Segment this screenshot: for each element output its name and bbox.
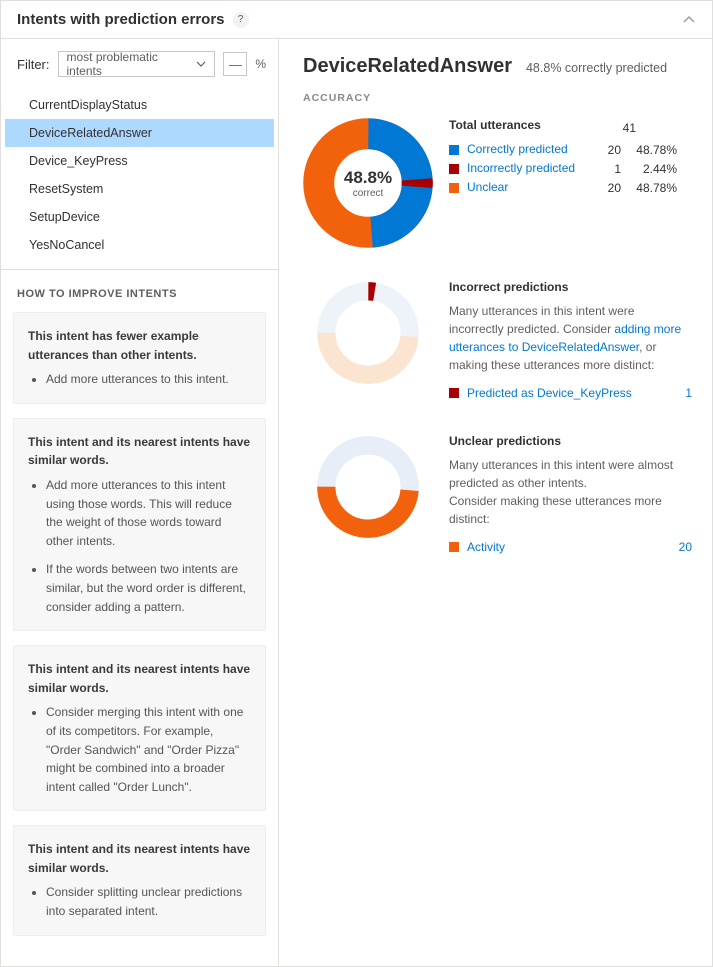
tip-bullet: Add more utterances to this intent using… xyxy=(46,476,251,550)
tip-lead: This intent and its nearest intents have… xyxy=(28,660,251,697)
legend-pct: 48.78% xyxy=(621,143,677,157)
tip-card: This intent has fewer example utterances… xyxy=(13,312,266,404)
help-icon[interactable]: ? xyxy=(233,12,249,28)
intent-item[interactable]: CurrentDisplayStatus xyxy=(5,91,274,119)
prediction-value: 1 xyxy=(662,384,692,402)
tip-lead: This intent has fewer example utterances… xyxy=(28,327,251,364)
tip-card: This intent and its nearest intents have… xyxy=(13,825,266,935)
intent-detail-subtitle: 48.8% correctly predicted xyxy=(526,61,667,75)
legend-total-label: Total utterances xyxy=(449,118,602,132)
accuracy-label: ACCURACY xyxy=(303,92,692,104)
legend-row: Unclear 20 48.78% xyxy=(449,180,692,195)
legend-pct: 2.44% xyxy=(621,162,677,176)
legend-value: 20 xyxy=(587,143,621,157)
legend-link-incorrect[interactable]: Incorrectly predicted xyxy=(467,161,587,176)
intent-item[interactable]: YesNoCancel xyxy=(5,231,274,259)
swatch-orange xyxy=(449,183,459,193)
incorrect-heading: Incorrect predictions xyxy=(449,278,692,296)
unclear-heading: Unclear predictions xyxy=(449,432,692,450)
swatch-red xyxy=(449,388,459,398)
legend-value: 20 xyxy=(587,181,621,195)
accuracy-legend: Total utterances 41 Correctly predicted … xyxy=(449,118,692,199)
prediction-link[interactable]: Activity xyxy=(467,538,662,556)
legend-link-unclear[interactable]: Unclear xyxy=(467,180,587,195)
left-column: Filter: most problematic intents — % Cur… xyxy=(1,39,279,966)
panel-header: Intents with prediction errors ? xyxy=(1,1,712,39)
accuracy-donut-chart: 48.8% correct xyxy=(303,118,433,248)
intent-item[interactable]: Device_KeyPress xyxy=(5,147,274,175)
prediction-row: Predicted as Device_KeyPress 1 xyxy=(449,384,692,402)
unclear-donut-chart xyxy=(313,432,423,542)
intent-item[interactable]: DeviceRelatedAnswer xyxy=(5,119,274,147)
filter-decrement-button[interactable]: — xyxy=(223,52,247,76)
tip-lead: This intent and its nearest intents have… xyxy=(28,840,251,877)
legend-row: Correctly predicted 20 48.78% xyxy=(449,142,692,157)
tip-bullet: Consider splitting unclear predictions i… xyxy=(46,883,251,920)
prediction-row: Activity 20 xyxy=(449,538,692,556)
intent-item[interactable]: SetupDevice xyxy=(5,203,274,231)
panel-title: Intents with prediction errors xyxy=(17,11,225,28)
intent-detail-title: DeviceRelatedAnswer xyxy=(303,55,512,78)
right-column: DeviceRelatedAnswer 48.8% correctly pred… xyxy=(279,39,712,966)
incorrect-text-a: Many utterances in this intent were inco… xyxy=(449,304,634,336)
collapse-icon[interactable] xyxy=(682,13,696,27)
swatch-red xyxy=(449,164,459,174)
filter-row: Filter: most problematic intents — % xyxy=(1,51,278,87)
prediction-link[interactable]: Predicted as Device_KeyPress xyxy=(467,384,662,402)
intent-item[interactable]: ResetSystem xyxy=(5,175,274,203)
prediction-value: 20 xyxy=(662,538,692,556)
legend-total-value: 41 xyxy=(602,121,636,135)
unclear-text: Many utterances in this intent were almo… xyxy=(449,456,692,528)
legend-value: 1 xyxy=(587,162,621,176)
filter-dropdown[interactable]: most problematic intents xyxy=(58,51,216,77)
tip-bullet: Add more utterances to this intent. xyxy=(46,370,251,389)
swatch-orange xyxy=(449,542,459,552)
legend-pct: 48.78% xyxy=(621,181,677,195)
tip-lead: This intent and its nearest intents have… xyxy=(28,433,251,470)
tip-card: This intent and its nearest intents have… xyxy=(13,645,266,811)
tip-bullet: If the words between two intents are sim… xyxy=(46,560,251,616)
incorrect-detail: Incorrect predictions Many utterances in… xyxy=(449,278,692,402)
legend-row: Incorrectly predicted 1 2.44% xyxy=(449,161,692,176)
tip-bullet: Consider merging this intent with one of… xyxy=(46,703,251,796)
filter-label: Filter: xyxy=(17,57,50,72)
filter-selected: most problematic intents xyxy=(67,50,197,78)
intents-panel: Intents with prediction errors ? Filter:… xyxy=(0,0,713,967)
intent-list: CurrentDisplayStatus DeviceRelatedAnswer… xyxy=(1,87,278,269)
tip-card: This intent and its nearest intents have… xyxy=(13,418,266,631)
percent-label: % xyxy=(255,57,266,71)
swatch-blue xyxy=(449,145,459,155)
unclear-detail: Unclear predictions Many utterances in t… xyxy=(449,432,692,556)
incorrect-donut-chart xyxy=(313,278,423,388)
donut-center-value: 48.8% xyxy=(344,168,392,188)
improve-heading: HOW TO IMPROVE INTENTS xyxy=(1,269,278,312)
donut-center-label: correct xyxy=(353,188,384,199)
legend-link-correct[interactable]: Correctly predicted xyxy=(467,142,587,157)
chevron-down-icon xyxy=(196,59,206,69)
